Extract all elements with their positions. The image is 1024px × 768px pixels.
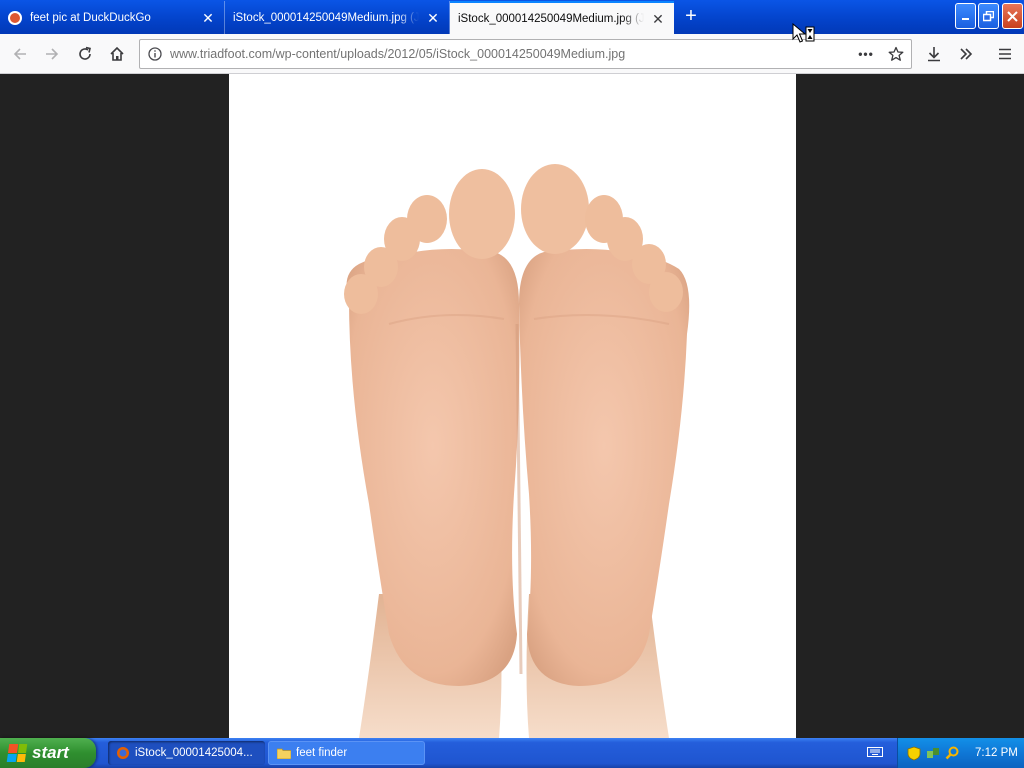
folder-icon (277, 746, 291, 760)
navigation-toolbar: www.triadfoot.com/wp-content/uploads/201… (0, 34, 1024, 74)
double-chevron-icon (960, 48, 973, 60)
url-path: /wp-content/uploads/2012/05/iStock_00001… (272, 47, 626, 61)
hamburger-icon (999, 48, 1011, 60)
keyboard-icon[interactable] (867, 746, 883, 758)
system-tray: 7:12 PM (897, 738, 1024, 768)
windows-logo-icon (6, 744, 28, 762)
minimize-icon (961, 18, 969, 20)
duckduckgo-favicon-icon (8, 10, 22, 25)
app-menu-button[interactable] (991, 40, 1019, 68)
firefox-icon (116, 746, 130, 760)
info-icon[interactable] (140, 47, 170, 61)
home-icon (110, 46, 124, 61)
back-button[interactable] (6, 40, 34, 68)
tab-duckduckgo[interactable]: feet pic at DuckDuckGo ✕ (0, 1, 225, 34)
info-circle-icon (148, 47, 162, 61)
reload-icon (79, 46, 91, 60)
new-tab-button[interactable]: + (680, 5, 702, 27)
feet-soles-picture (344, 164, 690, 738)
tab-istock-2-active[interactable]: iStock_000014250049Medium.jpg (JPEG Imag… (450, 1, 674, 34)
close-icon (1007, 10, 1018, 22)
close-window-button[interactable] (1002, 3, 1023, 29)
page-actions-button[interactable]: ••• (851, 47, 881, 61)
mouse-cursor-icon (792, 23, 815, 43)
taskbar: start iStock_00001425004... feet finder … (0, 738, 1024, 768)
arrow-right-icon (46, 48, 59, 60)
tab-istock-1[interactable]: iStock_000014250049Medium.jpg (JPEG Imag… (225, 1, 450, 34)
download-icon (928, 47, 940, 62)
arrow-left-icon (13, 48, 26, 60)
tab-strip: feet pic at DuckDuckGo ✕ iStock_00001425… (0, 0, 1024, 34)
task-label: feet finder (296, 747, 348, 759)
jpeg-image[interactable] (229, 74, 796, 738)
network-icon[interactable] (925, 746, 940, 761)
reload-button[interactable] (71, 40, 99, 68)
bookmark-button[interactable] (881, 46, 911, 62)
restore-icon (983, 10, 994, 21)
tab-label: iStock_000014250049Medium.jpg (JPEG Imag… (458, 12, 644, 25)
tab-label: feet pic at DuckDuckGo (30, 11, 151, 24)
start-button[interactable]: start (0, 738, 96, 768)
url-text[interactable]: www.triadfoot.com/wp-content/uploads/201… (170, 47, 851, 61)
overflow-menu-button[interactable] (952, 40, 980, 68)
shield-icon[interactable] (906, 746, 921, 761)
home-button[interactable] (103, 40, 131, 68)
restore-button[interactable] (978, 3, 999, 29)
taskbar-item-folder[interactable]: feet finder (268, 741, 425, 765)
star-icon (888, 46, 904, 61)
taskbar-item-firefox[interactable]: iStock_00001425004... (108, 741, 265, 765)
page-viewport (0, 74, 1024, 738)
close-icon[interactable]: ✕ (650, 11, 666, 27)
tab-label: iStock_000014250049Medium.jpg (JPEG Imag… (233, 11, 419, 24)
forward-button[interactable] (38, 40, 66, 68)
start-label: start (32, 743, 69, 762)
close-icon[interactable]: ✕ (425, 10, 441, 26)
clock[interactable]: 7:12 PM (975, 747, 1018, 759)
close-icon[interactable]: ✕ (200, 10, 216, 26)
url-host: www.triadfoot.com (170, 47, 273, 61)
task-label: iStock_00001425004... (135, 747, 253, 759)
downloads-button[interactable] (920, 40, 948, 68)
search-icon[interactable] (944, 746, 959, 761)
minimize-button[interactable] (955, 3, 976, 29)
